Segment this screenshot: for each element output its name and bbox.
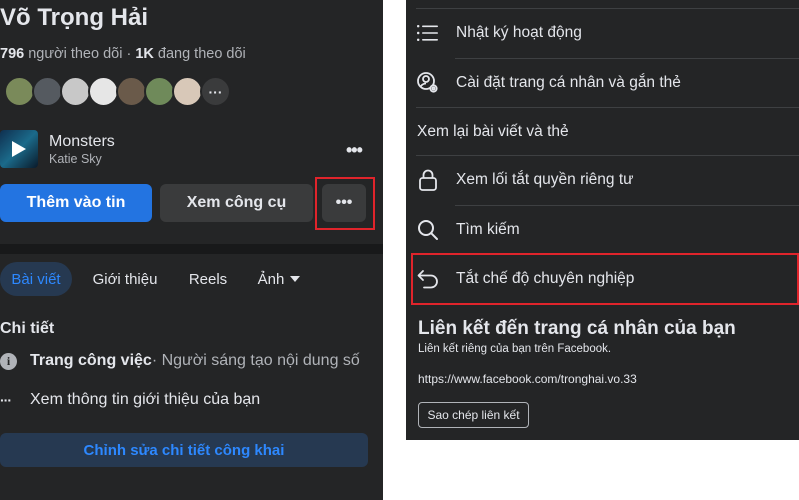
- tab-reels[interactable]: Reels: [180, 262, 236, 296]
- menu-item-label: Xem lối tắt quyền riêng tư: [456, 171, 634, 188]
- menu-privacy-shortcuts[interactable]: Xem lối tắt quyền riêng tư: [406, 156, 799, 204]
- friend-avatar[interactable]: [88, 76, 119, 107]
- view-tools-button[interactable]: Xem công cụ: [160, 184, 313, 222]
- caret-down-icon: [290, 276, 301, 282]
- menu-review-posts-tags[interactable]: Xem lại bài viết và thẻ: [406, 108, 799, 156]
- profile-tabs: Bài viết Giới thiệu Reels Ảnh: [0, 262, 383, 296]
- profile-panel: Võ Trọng Hải 796 người theo dõi · 1K đan…: [0, 0, 383, 500]
- copy-link-button[interactable]: Sao chép liên kết: [418, 402, 529, 428]
- search-icon: [416, 218, 440, 242]
- about-link-label: Xem thông tin giới thiệu của bạn: [30, 391, 261, 408]
- add-to-story-button[interactable]: Thêm vào tin: [0, 184, 152, 222]
- friend-avatar[interactable]: [116, 76, 147, 107]
- menu-profile-tag-settings[interactable]: Cài đặt trang cá nhân và gắn thẻ: [406, 59, 799, 107]
- menu-activity-log[interactable]: Nhật ký hoạt động: [406, 9, 799, 57]
- profile-settings-icon: [416, 71, 440, 95]
- friend-avatar[interactable]: [60, 76, 91, 107]
- music-artist: Katie Sky: [49, 152, 102, 166]
- lock-icon: [416, 168, 440, 192]
- detail-page-sub: · Người sáng tạo nội dung số: [151, 352, 360, 369]
- followers-count: 796: [0, 46, 25, 62]
- menu-search[interactable]: Tìm kiếm: [406, 206, 799, 254]
- friend-avatar[interactable]: [172, 76, 203, 107]
- friend-avatar[interactable]: [32, 76, 63, 107]
- menu-item-label: Tìm kiếm: [456, 221, 520, 238]
- menu-item-label: Nhật ký hoạt động: [456, 24, 582, 41]
- profile-link-subtitle: Liên kết riêng của bạn trên Facebook.: [418, 343, 612, 355]
- details-heading: Chi tiết: [0, 320, 55, 337]
- panel-gap: [383, 0, 406, 500]
- following-count: 1K: [135, 46, 154, 62]
- tab-about[interactable]: Giới thiệu: [86, 262, 164, 296]
- profile-link-heading: Liên kết đến trang cá nhân của bạn: [418, 318, 736, 339]
- tab-posts[interactable]: Bài viết: [0, 262, 72, 296]
- detail-about-link[interactable]: ··· Xem thông tin giới thiệu của bạn: [0, 388, 383, 412]
- friend-avatar[interactable]: [4, 76, 35, 107]
- list-icon: [416, 21, 440, 45]
- settings-menu-panel: Nhật ký hoạt động Cài đặt trang cá nhân …: [406, 0, 799, 500]
- profile-name: Võ Trọng Hải: [0, 4, 149, 31]
- annotation-highlight-box: [411, 253, 799, 305]
- tab-photos[interactable]: Ảnh: [250, 262, 308, 296]
- play-icon: [12, 141, 26, 157]
- detail-page-type: i Trang công việc · Người sáng tạo nội d…: [0, 349, 383, 373]
- more-friends-button[interactable]: ···: [200, 76, 231, 107]
- friend-avatar[interactable]: [144, 76, 175, 107]
- tab-photos-label: Ảnh: [257, 270, 285, 288]
- music-more-button[interactable]: •••: [346, 140, 363, 161]
- section-divider: [0, 244, 383, 254]
- dots-icon: ···: [0, 392, 12, 408]
- menu-item-label: Cài đặt trang cá nhân và gắn thẻ: [456, 74, 681, 91]
- profile-link-url[interactable]: https://www.facebook.com/tronghai.vo.33: [418, 372, 637, 386]
- info-icon: i: [0, 352, 17, 370]
- annotation-highlight-box: [315, 177, 375, 230]
- followers-label: người theo dõi ·: [24, 46, 136, 62]
- album-art-thumbnail: [0, 130, 38, 168]
- edit-public-details-button[interactable]: Chỉnh sửa chi tiết công khai: [0, 433, 368, 467]
- following-label: đang theo dõi: [153, 46, 246, 62]
- friends-avatars[interactable]: ···: [4, 76, 231, 108]
- menu-item-label: Xem lại bài viết và thẻ: [417, 123, 569, 140]
- music-title: Monsters: [49, 133, 115, 150]
- profile-music[interactable]: Monsters Katie Sky •••: [0, 130, 383, 170]
- detail-page-label: Trang công việc: [30, 352, 152, 369]
- follow-stats[interactable]: 796 người theo dõi · 1K đang theo dõi: [0, 46, 246, 62]
